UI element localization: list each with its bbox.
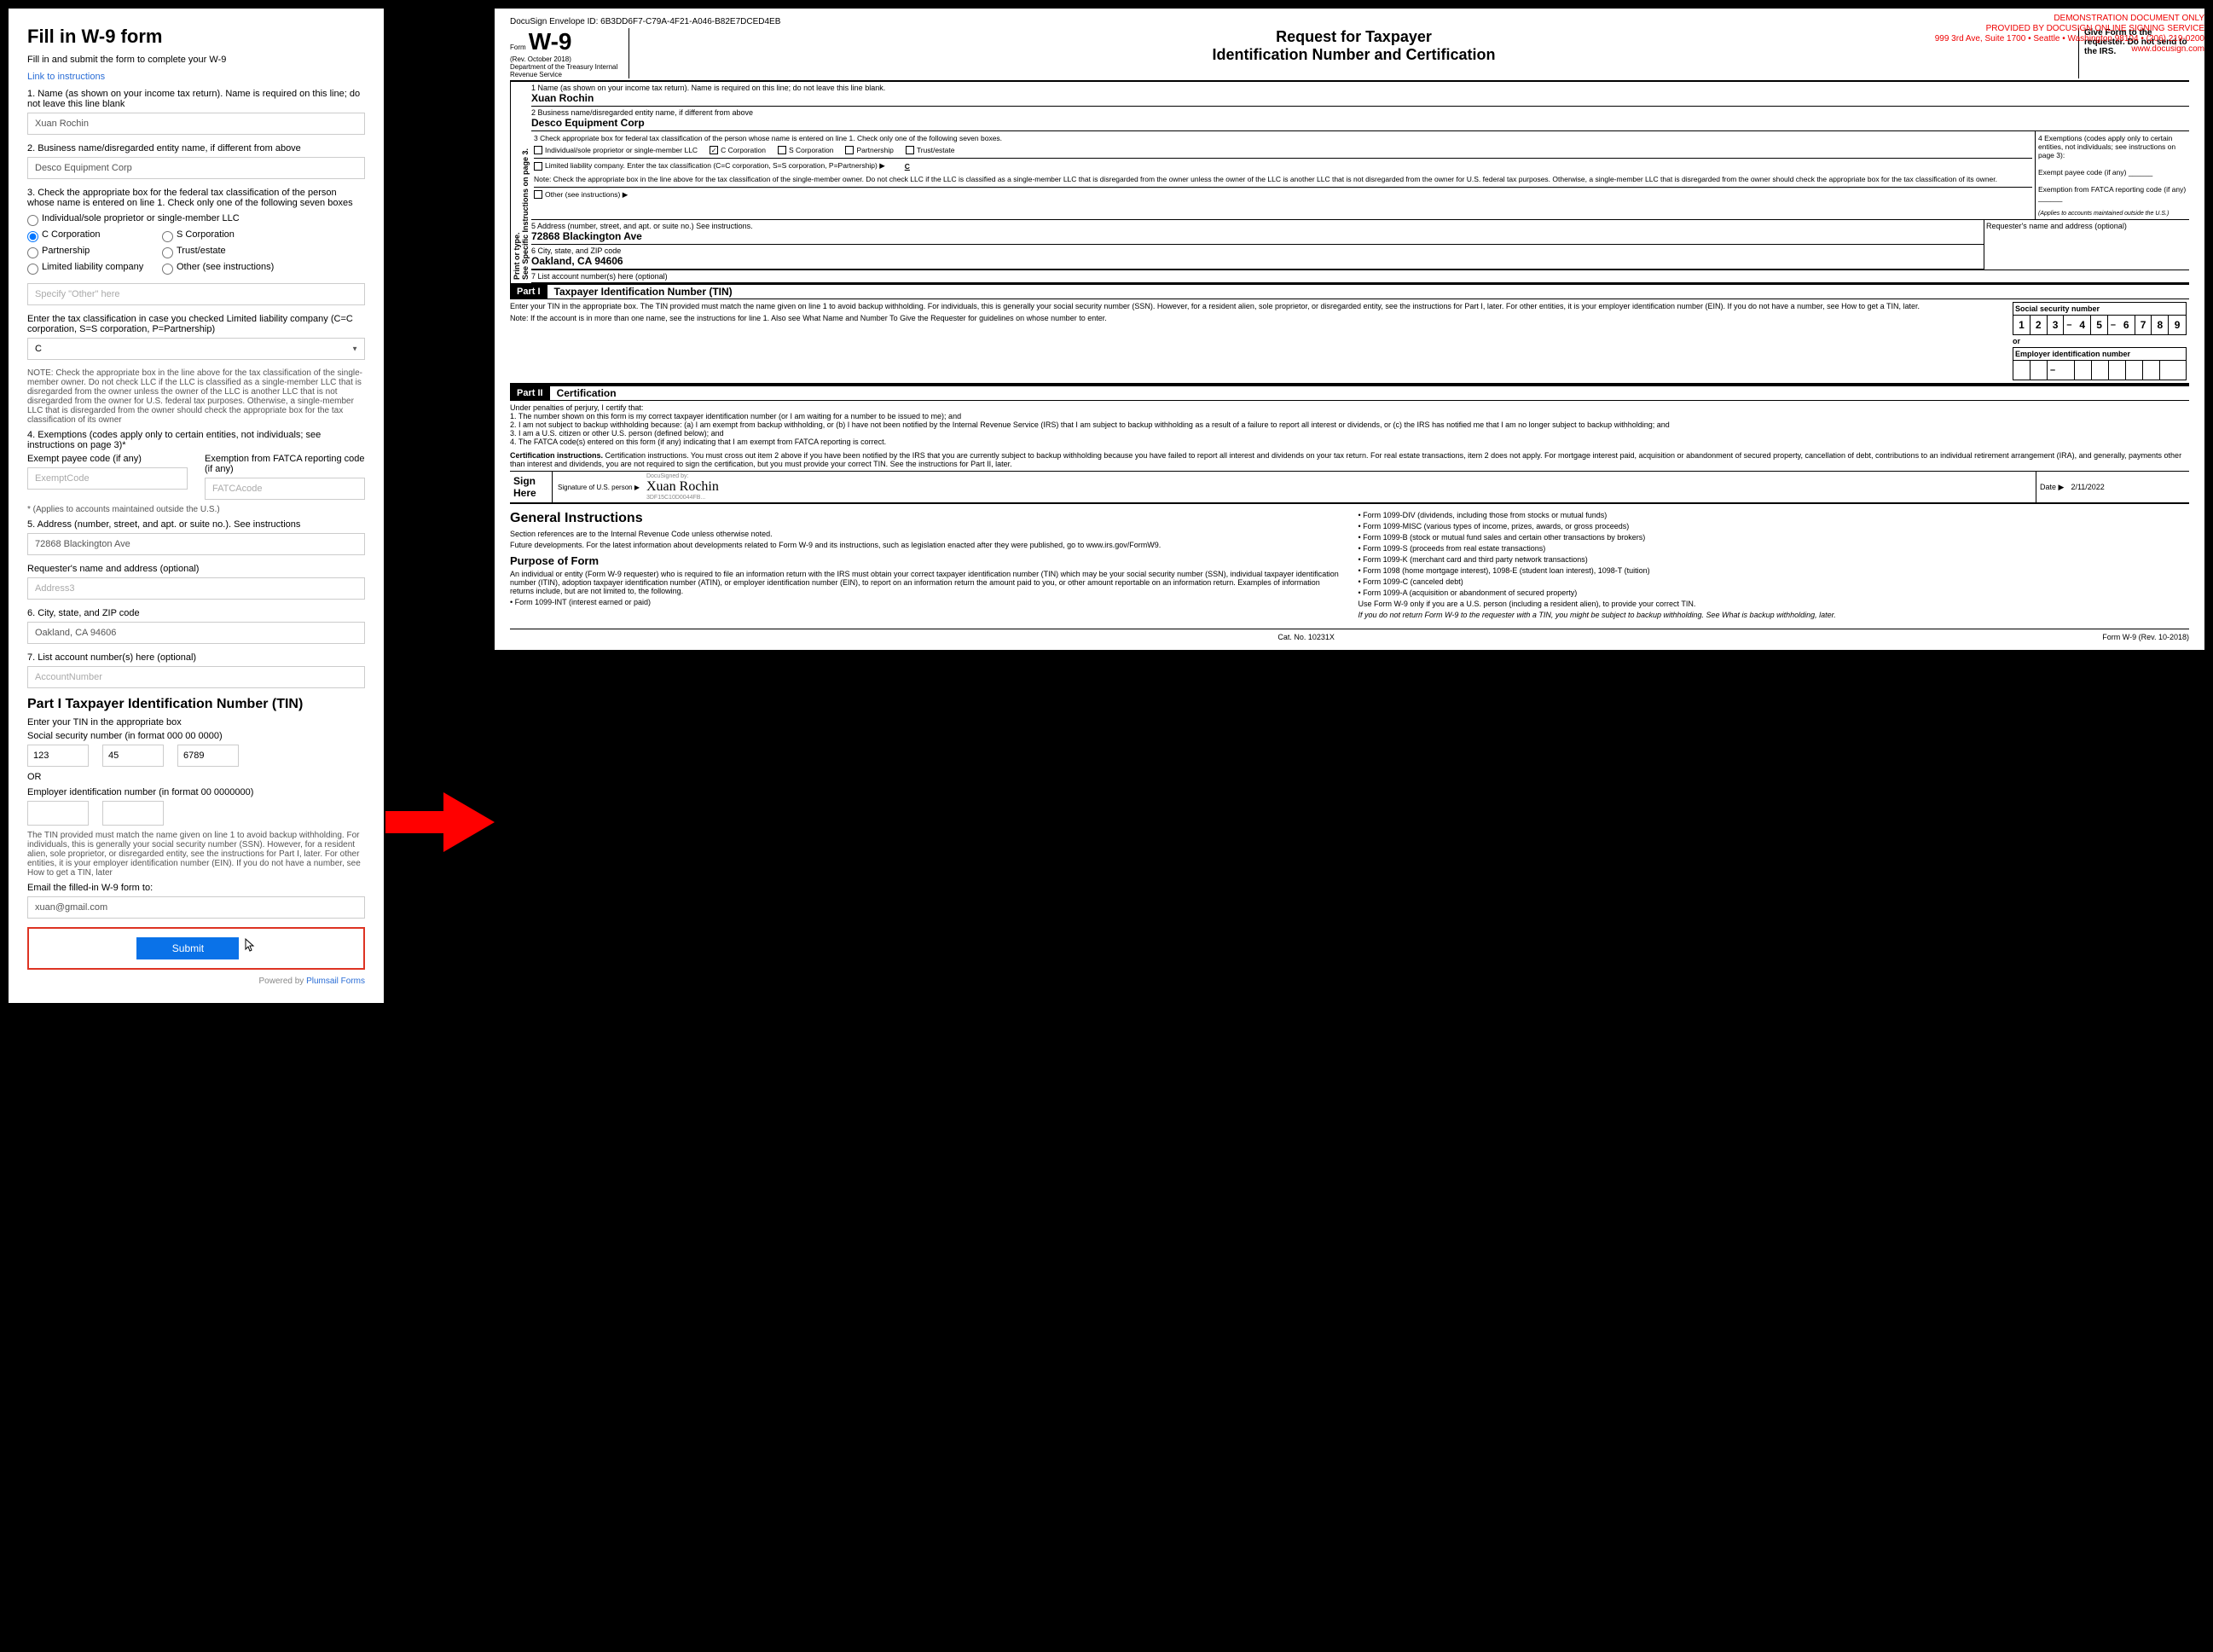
signature: Xuan Rochin xyxy=(646,479,719,495)
side-label: Print or type.See Specific Instructions … xyxy=(510,82,531,283)
radio-other[interactable]: Other (see instructions) xyxy=(162,262,281,275)
ein-part2[interactable] xyxy=(102,801,164,826)
llc-class-select[interactable]: C xyxy=(27,338,365,360)
cursor-icon xyxy=(244,938,256,954)
other-input[interactable] xyxy=(27,283,365,305)
page-subtitle: Fill in and submit the form to complete … xyxy=(27,55,365,65)
classification-label: 3. Check the appropriate box for the fed… xyxy=(27,188,365,208)
doc-business: Desco Equipment Corp xyxy=(531,117,2189,129)
doc-chk-llc: Limited liability company. Enter the tax… xyxy=(534,161,927,171)
ssn-part1[interactable] xyxy=(27,745,89,767)
cat-no: Cat. No. 10231X xyxy=(1277,633,1335,641)
address-label: 5. Address (number, street, and apt. or … xyxy=(27,519,365,530)
doc-chk-other: Other (see instructions) ▶ xyxy=(534,190,628,200)
radio-llc[interactable]: Limited liability company xyxy=(27,262,147,275)
fatca-code-input[interactable] xyxy=(205,478,365,500)
requester-label: Requester's name and address (optional) xyxy=(27,564,365,574)
ssn-part3[interactable] xyxy=(177,745,239,767)
business-label: 2. Business name/disregarded entity name… xyxy=(27,143,365,154)
doc-address: 72868 Blackington Ave xyxy=(531,230,1984,242)
gen-instr-heading: General Instructions xyxy=(510,511,1341,526)
powered-by: Powered by Plumsail Forms xyxy=(27,977,365,986)
exempt-code-label: Exempt payee code (if any) xyxy=(27,454,188,464)
w9-document: DocuSign Envelope ID: 6B3DD6F7-C79A-4F21… xyxy=(495,9,2204,650)
tin-note: The TIN provided must match the name giv… xyxy=(27,831,365,878)
submit-button[interactable]: Submit xyxy=(136,937,239,959)
submit-wrap: Submit xyxy=(27,927,365,970)
name-input[interactable] xyxy=(27,113,365,135)
email-input[interactable] xyxy=(27,896,365,919)
business-input[interactable] xyxy=(27,157,365,179)
doc-name: Xuan Rochin xyxy=(531,92,2189,104)
or-text: OR xyxy=(27,772,365,782)
doc-chk-partnership: Partnership xyxy=(845,146,893,154)
address-input[interactable] xyxy=(27,533,365,555)
exempt-code-input[interactable] xyxy=(27,467,188,490)
ein-part1[interactable] xyxy=(27,801,89,826)
city-label: 6. City, state, and ZIP code xyxy=(27,608,365,618)
exemptions-label: 4. Exemptions (codes apply only to certa… xyxy=(27,430,365,450)
fatca-code-label: Exemption from FATCA reporting code (if … xyxy=(205,454,365,474)
ein-label: Employer identification number (in forma… xyxy=(27,787,365,797)
ssn-part2[interactable] xyxy=(102,745,164,767)
plumsail-link[interactable]: Plumsail Forms xyxy=(306,977,365,986)
part2-badge: Part II xyxy=(510,386,550,400)
account-input[interactable] xyxy=(27,666,365,688)
doc-title: Request for Taxpayer xyxy=(638,28,2070,46)
radio-individual[interactable]: Individual/sole proprietor or single-mem… xyxy=(27,213,240,226)
ssn-label: Social security number (in format 000 00… xyxy=(27,731,365,741)
doc-chk-c-corp: ✓C Corporation xyxy=(710,146,766,154)
arrow-icon xyxy=(384,792,495,855)
doc-chk-individual: Individual/sole proprietor or single-mem… xyxy=(534,146,698,154)
sign-here-label: Sign Here xyxy=(510,472,553,502)
sign-date: 2/11/2022 xyxy=(2071,483,2104,491)
note-text: NOTE: Check the appropriate box in the l… xyxy=(27,368,365,425)
applies-note: * (Applies to accounts maintained outsid… xyxy=(27,505,365,514)
doc-chk-s-corp: S Corporation xyxy=(778,146,833,154)
email-label: Email the filled-in W-9 form to: xyxy=(27,883,365,893)
name-label: 1. Name (as shown on your income tax ret… xyxy=(27,89,365,109)
radio-partnership[interactable]: Partnership xyxy=(27,246,147,258)
requester-input[interactable] xyxy=(27,577,365,600)
part1-badge: Part I xyxy=(510,285,547,299)
doc-ein-boxes: – xyxy=(2013,360,2187,380)
radio-s-corp[interactable]: S Corporation xyxy=(162,229,281,242)
w9-logo: W-9 xyxy=(529,28,572,55)
account-label: 7. List account number(s) here (optional… xyxy=(27,652,365,663)
llc-class-label: Enter the tax classification in case you… xyxy=(27,314,365,334)
doc-ssn-boxes: 123 – 45 – 6789 xyxy=(2013,315,2187,335)
form-panel: Fill in W-9 form Fill in and submit the … xyxy=(9,9,384,1003)
city-input[interactable] xyxy=(27,622,365,644)
radio-c-corp[interactable]: C Corporation xyxy=(27,229,147,242)
demo-banner: DEMONSTRATION DOCUMENT ONLYPROVIDED BY D… xyxy=(1935,14,2204,55)
part1-sub: Enter your TIN in the appropriate box xyxy=(27,717,365,727)
doc-city: Oakland, CA 94606 xyxy=(531,255,1984,267)
doc-footer: Form W-9 (Rev. 10-2018) xyxy=(2102,633,2189,641)
part1-heading: Part I Taxpayer Identification Number (T… xyxy=(27,697,365,712)
doc-chk-trust: Trust/estate xyxy=(906,146,955,154)
radio-trust[interactable]: Trust/estate xyxy=(162,246,281,258)
page-title: Fill in W-9 form xyxy=(27,26,365,48)
instructions-link[interactable]: Link to instructions xyxy=(27,72,365,82)
